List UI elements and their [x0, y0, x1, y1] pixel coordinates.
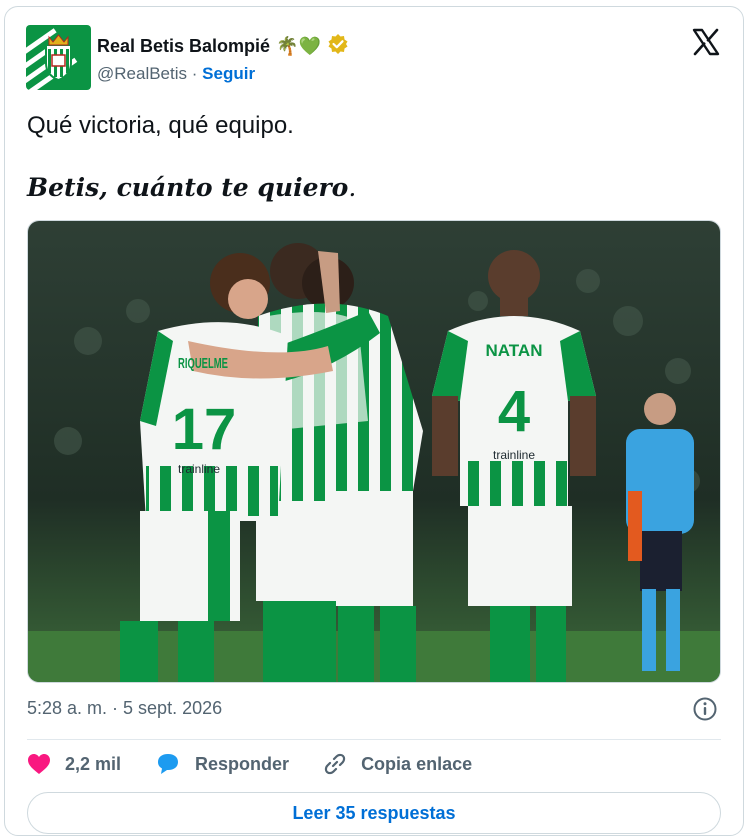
post-text-line1: Qué victoria, qué equipo. — [27, 112, 294, 139]
natan-name: NATAN — [486, 341, 543, 360]
handle-separator: · — [191, 64, 198, 83]
x-logo-icon[interactable] — [691, 27, 721, 57]
link-icon — [323, 752, 347, 776]
action-bar: 2,2 mil Responder Copia enlace — [27, 752, 506, 776]
like-button[interactable]: 2,2 mil — [27, 753, 121, 775]
info-icon[interactable] — [693, 697, 717, 721]
riquelme-name: RIQUELME — [178, 355, 228, 372]
verified-badge-icon — [327, 33, 349, 60]
read-replies-button[interactable]: Leer 35 respuestas — [27, 792, 721, 834]
post-text-betis: Betis — [27, 173, 100, 202]
reply-label: Responder — [195, 753, 290, 774]
post-text-rest: , cuánto te quiero — [99, 173, 349, 202]
post-card: Real Betis Balompié 🌴💚 @RealBetis · Segu… — [4, 6, 744, 836]
likes-count: 2,2 mil — [65, 753, 122, 774]
heart-icon — [27, 753, 51, 775]
post-timestamp[interactable]: 5:28 a. m. · 5 sept. 2026 — [27, 698, 222, 719]
avatar[interactable] — [26, 25, 91, 90]
follow-button[interactable]: Seguir — [202, 64, 255, 83]
copy-link-label: Copia enlace — [361, 753, 473, 774]
author-emojis: 🌴💚 — [276, 36, 321, 56]
handle-row: @RealBetis · Seguir — [97, 64, 255, 84]
post-photo[interactable]: NATAN 4 trainline RIQUELME 17 trainline — [27, 220, 721, 683]
divider — [27, 739, 721, 740]
author-name[interactable]: Real Betis Balompié — [97, 36, 270, 57]
natan-number: 4 — [498, 379, 530, 444]
natan-sponsor: trainline — [493, 448, 535, 462]
reply-button[interactable]: Responder — [155, 752, 289, 776]
copy-link-button[interactable]: Copia enlace — [323, 752, 472, 776]
riquelme-number: 17 — [172, 397, 237, 462]
reply-icon — [155, 752, 181, 776]
author-handle[interactable]: @RealBetis — [97, 64, 187, 83]
riquelme-sponsor: trainline — [178, 462, 220, 476]
post-text-line2: Betis, cuánto te quiero. — [27, 173, 356, 202]
post-text-period: . — [348, 173, 357, 202]
author-row: Real Betis Balompié 🌴💚 — [97, 33, 349, 60]
